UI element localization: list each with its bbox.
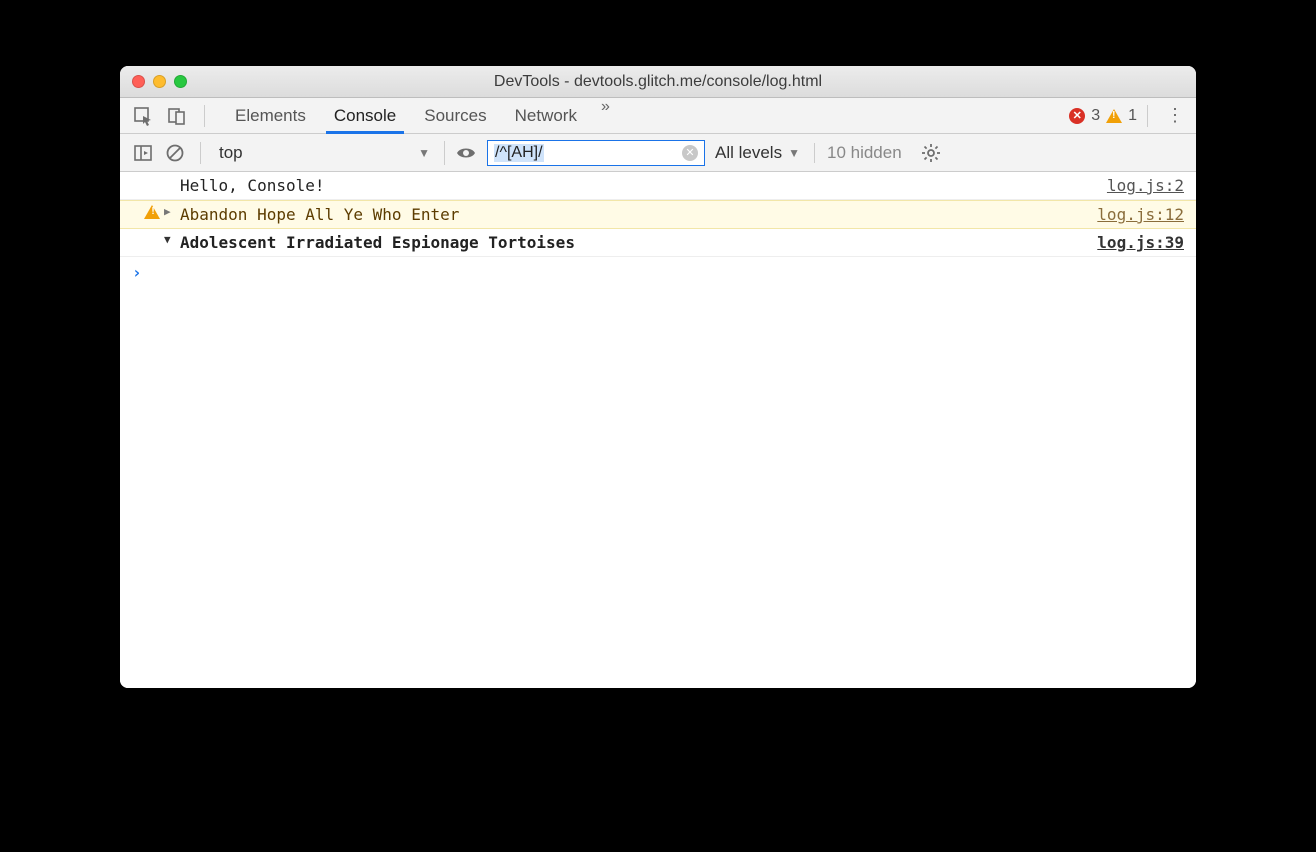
window-controls — [132, 75, 187, 88]
tab-console[interactable]: Console — [320, 98, 410, 133]
row-gutter — [140, 205, 164, 219]
settings-kebab-icon[interactable]: ⋮ — [1166, 105, 1184, 126]
log-levels-selector[interactable]: All levels ▼ — [715, 143, 800, 163]
live-expression-icon[interactable] — [455, 142, 477, 164]
tab-sources[interactable]: Sources — [410, 98, 500, 133]
separator — [200, 142, 201, 164]
tabs: Elements Console Sources Network » — [221, 98, 620, 133]
chevron-down-icon: ▼ — [788, 146, 800, 160]
window-title: DevTools - devtools.glitch.me/console/lo… — [120, 73, 1196, 91]
warning-icon — [144, 205, 160, 219]
console-row-warning[interactable]: ▶ Abandon Hope All Ye Who Enter log.js:1… — [120, 200, 1196, 229]
hidden-messages-count[interactable]: 10 hidden — [814, 143, 902, 163]
context-label: top — [219, 143, 243, 163]
warning-icon[interactable] — [1106, 109, 1122, 123]
disclosure-triangle-icon[interactable]: ▶ — [164, 205, 178, 218]
console-output: Hello, Console! log.js:2 ▶ Abandon Hope … — [120, 172, 1196, 688]
prompt-chevron-icon: › — [132, 263, 142, 282]
devtools-window: DevTools - devtools.glitch.me/console/lo… — [120, 66, 1196, 688]
console-row-group[interactable]: ▼ Adolescent Irradiated Espionage Tortoi… — [120, 229, 1196, 257]
tabs-overflow-button[interactable]: » — [591, 98, 620, 133]
message-source-link[interactable]: log.js:39 — [1097, 233, 1184, 252]
message-source-link[interactable]: log.js:12 — [1097, 205, 1184, 224]
tab-label: Sources — [424, 106, 486, 126]
message-text: Adolescent Irradiated Espionage Tortoise… — [180, 233, 1097, 252]
clear-console-icon[interactable] — [164, 142, 186, 164]
inspect-element-icon[interactable] — [132, 105, 154, 127]
zoom-window-button[interactable] — [174, 75, 187, 88]
console-prompt[interactable]: › — [120, 257, 1196, 288]
levels-label: All levels — [715, 143, 782, 163]
tab-network[interactable]: Network — [501, 98, 591, 133]
tab-elements[interactable]: Elements — [221, 98, 320, 133]
filter-input[interactable]: /^[AH]/ ✕ — [487, 140, 705, 166]
execution-context-selector[interactable]: top ▼ — [215, 141, 445, 165]
error-count[interactable]: 3 — [1091, 107, 1100, 125]
message-text: Hello, Console! — [180, 176, 1107, 195]
console-filterbar: top ▼ /^[AH]/ ✕ All levels ▼ 10 hidden — [120, 134, 1196, 172]
minimize-window-button[interactable] — [153, 75, 166, 88]
warning-count[interactable]: 1 — [1128, 107, 1137, 125]
device-toolbar-icon[interactable] — [166, 105, 188, 127]
message-source-link[interactable]: log.js:2 — [1107, 176, 1184, 195]
tabbar-status: ✕ 3 1 ⋮ — [1069, 105, 1196, 127]
console-row-log[interactable]: Hello, Console! log.js:2 — [120, 172, 1196, 200]
disclosure-triangle-icon[interactable]: ▼ — [164, 233, 178, 246]
tab-label: Elements — [235, 106, 306, 126]
separator — [1147, 105, 1148, 127]
filter-value: /^[AH]/ — [494, 144, 544, 162]
separator — [204, 105, 205, 127]
message-text: Abandon Hope All Ye Who Enter — [180, 205, 1097, 224]
console-settings-icon[interactable] — [920, 142, 942, 164]
error-icon[interactable]: ✕ — [1069, 108, 1085, 124]
close-window-button[interactable] — [132, 75, 145, 88]
main-tabbar: Elements Console Sources Network » ✕ 3 1… — [120, 98, 1196, 134]
tab-label: Network — [515, 106, 577, 126]
console-sidebar-toggle-icon[interactable] — [132, 142, 154, 164]
clear-filter-icon[interactable]: ✕ — [682, 145, 698, 161]
tab-label: Console — [334, 106, 396, 126]
chevron-down-icon: ▼ — [418, 146, 430, 160]
titlebar[interactable]: DevTools - devtools.glitch.me/console/lo… — [120, 66, 1196, 98]
